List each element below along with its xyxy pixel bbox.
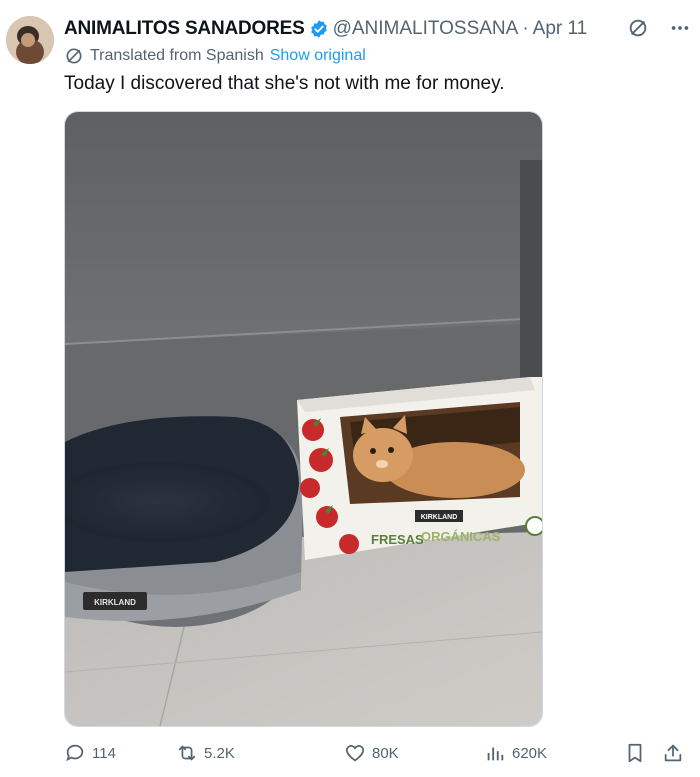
author-name[interactable]: ANIMALITOS SANADORES bbox=[64, 18, 305, 40]
like-icon bbox=[344, 742, 366, 764]
like-button[interactable]: 80K bbox=[344, 738, 399, 768]
tweet-media[interactable]: KIRKLAND KIRKLAND FRESAS ORGÁNICAS bbox=[64, 111, 543, 727]
translated-label: Translated from Spanish bbox=[90, 47, 264, 64]
media-photo: KIRKLAND KIRKLAND FRESAS ORGÁNICAS bbox=[65, 112, 542, 726]
repost-count: 5.2K bbox=[204, 744, 235, 762]
show-original-link[interactable]: Show original bbox=[270, 47, 366, 65]
top-actions bbox=[626, 16, 692, 40]
box-text-organicas: ORGÁNICAS bbox=[421, 529, 501, 544]
reply-count: 114 bbox=[92, 744, 116, 762]
box-text-fresas: FRESAS bbox=[371, 532, 424, 547]
reply-button[interactable]: 114 bbox=[64, 738, 116, 768]
translate-icon bbox=[64, 46, 84, 66]
tweet-actions: 114 5.2K 80K 620K bbox=[64, 738, 688, 768]
reply-icon bbox=[64, 742, 86, 764]
bookmark-button[interactable] bbox=[624, 738, 652, 768]
repost-button[interactable]: 5.2K bbox=[176, 738, 235, 768]
like-count: 80K bbox=[372, 744, 399, 762]
tweet-header: ANIMALITOS SANADORES @ANIMALITOSSANA · A… bbox=[64, 16, 680, 42]
grok-icon[interactable] bbox=[626, 16, 650, 40]
translation-notice: Translated from Spanish Show original bbox=[64, 46, 366, 66]
repost-icon bbox=[176, 742, 198, 764]
box-brand-label: KIRKLAND bbox=[421, 514, 458, 521]
share-button[interactable] bbox=[662, 738, 690, 768]
author-avatar[interactable] bbox=[6, 16, 54, 64]
bed-brand-label: KIRKLAND bbox=[94, 598, 136, 607]
tweet-text: Today I discovered that she's not with m… bbox=[64, 73, 505, 94]
avatar-image bbox=[6, 16, 54, 64]
views-count: 620K bbox=[512, 744, 548, 762]
views-button[interactable]: 620K bbox=[484, 738, 547, 768]
bookmark-icon bbox=[624, 742, 646, 764]
author-handle[interactable]: @ANIMALITOSSANA bbox=[333, 18, 519, 40]
separator-dot: · bbox=[522, 18, 529, 39]
more-icon[interactable] bbox=[668, 16, 692, 40]
verified-badge-icon bbox=[309, 19, 329, 39]
views-icon bbox=[484, 742, 506, 764]
share-icon bbox=[662, 742, 684, 764]
tweet-date[interactable]: Apr 11 bbox=[533, 18, 588, 40]
